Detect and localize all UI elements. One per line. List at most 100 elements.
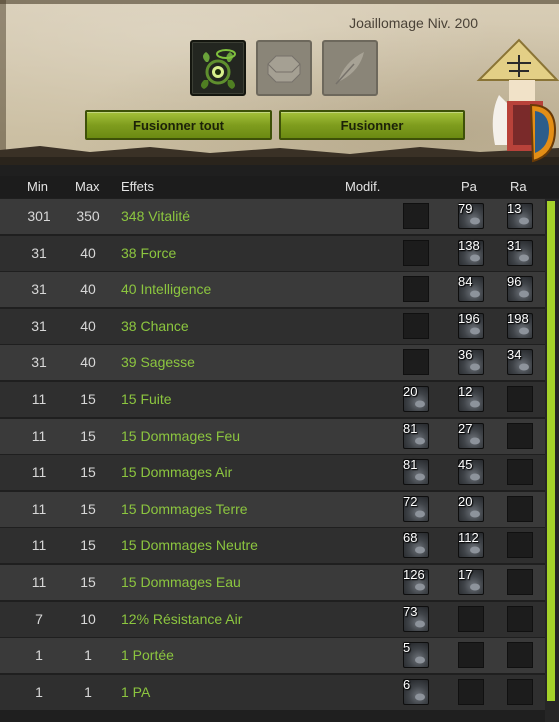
- rune-icon[interactable]: 6: [403, 677, 429, 705]
- table-row[interactable]: 31 40 39 Sagesse 36 34: [0, 345, 545, 380]
- ra-rune-icon[interactable]: 31: [507, 238, 533, 266]
- table-row[interactable]: 301 350 348 Vitalité 79 13: [0, 199, 545, 234]
- min-value: 31: [31, 245, 47, 261]
- modif-quantity: 6: [403, 677, 411, 692]
- signature-slot[interactable]: [322, 40, 378, 96]
- ra-empty-slot[interactable]: [507, 496, 533, 522]
- rune-icon[interactable]: 20: [403, 384, 429, 412]
- table-row[interactable]: 1 1 1 Portée 5: [0, 638, 545, 673]
- table-row[interactable]: 11 15 15 Dommages Terre 72 20: [0, 492, 545, 527]
- ra-empty-slot[interactable]: [507, 386, 533, 412]
- pa-rune-icon[interactable]: 196: [458, 311, 484, 339]
- pa-empty-slot[interactable]: [458, 606, 484, 632]
- rune-glyph-icon: [470, 583, 480, 591]
- table-row[interactable]: 1 1 1 PA 6: [0, 675, 545, 710]
- fuse-all-button[interactable]: Fusionner tout: [85, 110, 272, 140]
- rune-icon[interactable]: 126: [403, 567, 429, 595]
- effect-label: 15 Dommages Terre: [121, 501, 248, 517]
- table-row[interactable]: 11 15 15 Dommages Air 81 45: [0, 455, 545, 490]
- max-value: 40: [80, 281, 96, 297]
- ra-empty-slot[interactable]: [507, 459, 533, 485]
- pa-rune-icon[interactable]: 36: [458, 347, 484, 375]
- rune-icon[interactable]: 81: [403, 457, 429, 485]
- character-portrait: [476, 38, 559, 163]
- rune-icon[interactable]: 73: [403, 604, 429, 632]
- rune-glyph-icon: [470, 510, 480, 518]
- pa-rune-icon[interactable]: 27: [458, 421, 484, 449]
- ra-empty-slot[interactable]: [507, 532, 533, 558]
- ra-empty-slot[interactable]: [507, 679, 533, 705]
- table-row[interactable]: 7 10 12% Résistance Air 73: [0, 602, 545, 637]
- ra-rune-icon[interactable]: 34: [507, 347, 533, 375]
- pa-rune-icon[interactable]: 12: [458, 384, 484, 412]
- rune-glyph-icon: [415, 583, 425, 591]
- ra-empty-slot[interactable]: [507, 642, 533, 668]
- pa-rune-icon[interactable]: 45: [458, 457, 484, 485]
- rune-slot[interactable]: [190, 40, 246, 96]
- rune-glyph-icon: [415, 546, 425, 554]
- ra-rune-icon[interactable]: 13: [507, 201, 533, 229]
- max-value: 350: [76, 208, 100, 224]
- fuse-button[interactable]: Fusionner: [279, 110, 465, 140]
- table-row[interactable]: 31 40 40 Intelligence 84 96: [0, 272, 545, 307]
- table-row[interactable]: 31 40 38 Chance 196 198: [0, 309, 545, 344]
- max-value: 1: [84, 684, 92, 700]
- ra-empty-slot[interactable]: [507, 569, 533, 595]
- modif-empty-slot[interactable]: [403, 240, 429, 266]
- pa-rune-icon[interactable]: 17: [458, 567, 484, 595]
- ra-rune-icon[interactable]: 198: [507, 311, 533, 339]
- max-value: 15: [80, 537, 96, 553]
- col-max: Max: [75, 179, 100, 194]
- rune-icon[interactable]: 81: [403, 421, 429, 449]
- min-value: 31: [31, 281, 47, 297]
- pa-empty-slot[interactable]: [458, 679, 484, 705]
- rune-glyph-icon: [519, 327, 529, 335]
- min-value: 31: [31, 354, 47, 370]
- pa-rune-icon[interactable]: 138: [458, 238, 484, 266]
- effect-label: 15 Fuite: [121, 391, 172, 407]
- rune-glyph-icon: [415, 693, 425, 701]
- pa-rune-icon[interactable]: 84: [458, 274, 484, 302]
- ra-empty-slot[interactable]: [507, 606, 533, 632]
- effect-label: 39 Sagesse: [121, 354, 195, 370]
- col-modif: Modif.: [345, 179, 381, 194]
- effect-label: 1 PA: [121, 684, 151, 700]
- effect-label: 40 Intelligence: [121, 281, 212, 297]
- effect-label: 348 Vitalité: [121, 208, 191, 224]
- modif-empty-slot[interactable]: [403, 203, 429, 229]
- pa-rune-icon[interactable]: 79: [458, 201, 484, 229]
- pa-rune-icon[interactable]: 112: [458, 530, 484, 558]
- item-placeholder-icon: [267, 55, 301, 83]
- rune-glyph-icon: [519, 254, 529, 262]
- ra-empty-slot[interactable]: [507, 423, 533, 449]
- modif-empty-slot[interactable]: [403, 349, 429, 375]
- rune-glyph-icon: [470, 254, 480, 262]
- effect-label: 15 Dommages Eau: [121, 574, 241, 590]
- table-row[interactable]: 31 40 38 Force 138 31: [0, 236, 545, 271]
- rune-icon[interactable]: 5: [403, 640, 429, 668]
- rune-glyph-icon: [519, 217, 529, 225]
- table-row[interactable]: 11 15 15 Dommages Eau 126 17: [0, 565, 545, 600]
- min-value: 301: [27, 208, 51, 224]
- effect-label: 38 Force: [121, 245, 177, 261]
- min-value: 11: [31, 428, 47, 444]
- pa-rune-icon[interactable]: 20: [458, 494, 484, 522]
- table-row[interactable]: 11 15 15 Dommages Feu 81 27: [0, 419, 545, 454]
- table-row[interactable]: 11 15 15 Dommages Neutre 68 112: [0, 528, 545, 563]
- table-row[interactable]: 11 15 15 Fuite 20 12: [0, 382, 545, 417]
- col-effects: Effets: [121, 179, 155, 194]
- modif-empty-slot[interactable]: [403, 313, 429, 339]
- rune-glyph-icon: [470, 290, 480, 298]
- pa-empty-slot[interactable]: [458, 642, 484, 668]
- rune-icon[interactable]: 68: [403, 530, 429, 558]
- col-ra: Ra: [510, 179, 527, 194]
- rune-glyph-icon: [470, 217, 480, 225]
- item-slot[interactable]: [256, 40, 312, 96]
- col-pa: Pa: [461, 179, 477, 194]
- min-value: 11: [31, 574, 47, 590]
- ra-rune-icon[interactable]: 96: [507, 274, 533, 302]
- rune-icon[interactable]: 72: [403, 494, 429, 522]
- scrollbar-thumb[interactable]: [547, 201, 555, 701]
- modif-empty-slot[interactable]: [403, 276, 429, 302]
- max-value: 15: [80, 391, 96, 407]
